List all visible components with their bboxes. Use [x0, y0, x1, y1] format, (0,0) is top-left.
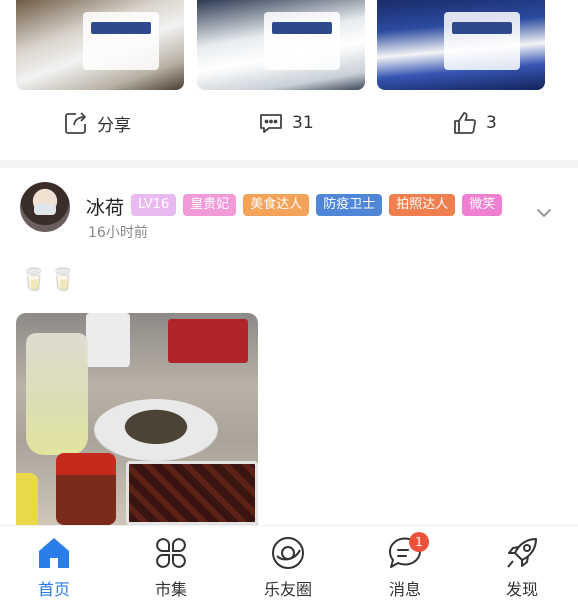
chevron-down-icon[interactable]	[534, 203, 554, 223]
share-label: 分享	[97, 115, 131, 136]
badge-level: LV16	[131, 194, 177, 216]
post-image-2[interactable]	[197, 0, 365, 90]
badge-smile: 微笑	[462, 194, 503, 216]
post-timestamp: 16小时前	[88, 225, 148, 241]
share-icon	[65, 112, 86, 134]
post-caption: 🥛🥛	[20, 268, 79, 293]
tab-circle[interactable]: 乐友圈	[248, 526, 328, 600]
home-icon	[39, 538, 69, 568]
tab-messages[interactable]: 1 消息	[365, 526, 445, 600]
avatar[interactable]	[20, 182, 70, 232]
bottom-tab-bar: 首页 市集 乐友圈 1 消息 发现	[0, 525, 578, 600]
clover-grid-icon	[156, 538, 186, 568]
previous-post-images	[0, 0, 578, 92]
badge-photo-expert: 拍照达人	[389, 194, 456, 216]
tab-home-label: 首页	[37, 580, 70, 599]
post-image-3[interactable]	[377, 0, 545, 90]
tab-market[interactable]: 市集	[131, 526, 211, 600]
badge-epidemic-guard: 防疫卫士	[316, 194, 383, 216]
badge-food-expert: 美食达人	[243, 194, 310, 216]
user-badges: LV16 皇贵妃 美食达人 防疫卫士 拍照达人 微笑	[131, 194, 503, 216]
tab-discover[interactable]: 发现	[482, 526, 562, 600]
thumbs-up-icon	[454, 112, 476, 134]
post-image-1[interactable]	[16, 0, 184, 90]
post-divider	[0, 160, 578, 168]
tab-discover-label: 发现	[505, 580, 538, 599]
planet-icon	[272, 537, 304, 569]
comment-count: 31	[292, 113, 314, 133]
username[interactable]: 冰荷	[86, 193, 124, 220]
badge-title: 皇贵妃	[183, 194, 237, 216]
messages-badge: 1	[409, 532, 429, 552]
tab-circle-label: 乐友圈	[263, 580, 312, 599]
rocket-icon	[507, 538, 537, 568]
post-action-bar: 分享 31 3	[0, 104, 578, 142]
comment-icon	[260, 114, 282, 133]
like-button[interactable]: 3	[452, 104, 497, 142]
post-photo[interactable]	[16, 313, 258, 525]
tab-market-label: 市集	[154, 580, 187, 599]
like-count: 3	[486, 113, 497, 133]
share-button[interactable]: 分享	[63, 104, 131, 142]
tab-messages-label: 消息	[388, 580, 421, 599]
comment-button[interactable]: 31	[258, 104, 314, 142]
tab-home[interactable]: 首页	[14, 526, 94, 600]
